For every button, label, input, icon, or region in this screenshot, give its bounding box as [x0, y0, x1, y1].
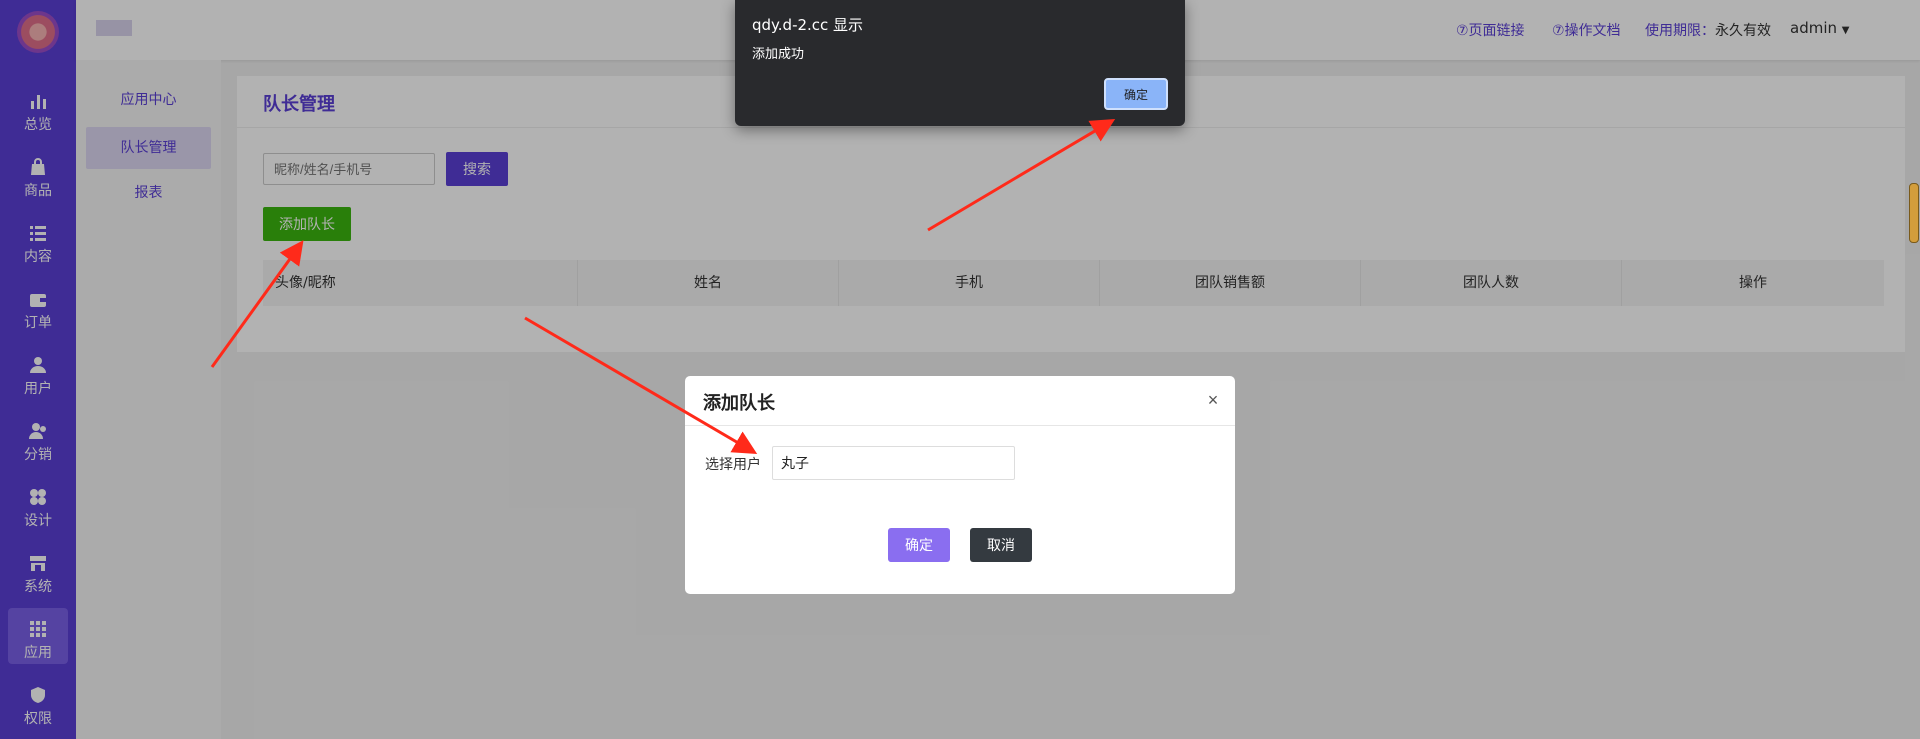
page-scrollbar[interactable]	[1909, 183, 1919, 243]
select-user-label: 选择用户	[705, 457, 761, 473]
alert-message: 添加成功	[752, 47, 805, 62]
select-user-input[interactable]	[772, 446, 1015, 480]
alert-title: qdy.d-2.cc 显示	[752, 16, 864, 34]
modal-divider	[685, 425, 1235, 426]
close-icon[interactable]: ×	[1203, 390, 1223, 410]
modal-cancel-button[interactable]: 取消	[970, 528, 1032, 562]
alert-ok-button[interactable]: 确定	[1104, 78, 1168, 110]
modal-confirm-button[interactable]: 确定	[888, 528, 950, 562]
modal-title: 添加队长	[703, 393, 775, 414]
